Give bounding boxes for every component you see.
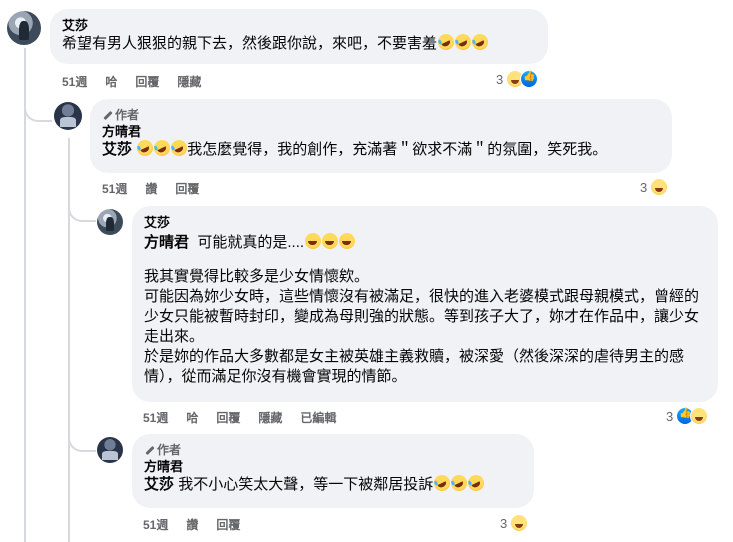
laugh-emoji-icon bbox=[322, 233, 339, 249]
haha-icon bbox=[690, 407, 709, 425]
like-button[interactable]: 讚 bbox=[145, 180, 157, 197]
reply-button[interactable]: 回覆 bbox=[216, 409, 240, 426]
reaction-summary[interactable]: 3 bbox=[500, 514, 529, 532]
reply-button[interactable]: 回覆 bbox=[216, 516, 240, 533]
mention-link[interactable]: 方晴君 bbox=[144, 234, 189, 251]
react-button[interactable]: 哈 bbox=[186, 409, 198, 426]
rofl-emoji-icon bbox=[431, 472, 453, 494]
author-badge: 作者 bbox=[144, 442, 522, 458]
comment-paragraph: 於是妳的作品大多數都是女主被英雄主義救贖，被深愛（然後深深的虐待男主的感情），從… bbox=[144, 348, 685, 385]
reaction-summary[interactable]: 3 bbox=[666, 407, 709, 425]
author-badge-label: 作者 bbox=[115, 108, 140, 122]
reaction-summary[interactable]: 3 bbox=[640, 178, 669, 196]
mention-link[interactable]: 艾莎 bbox=[144, 476, 174, 493]
author-badge: 作者 bbox=[102, 107, 660, 123]
comment-actions: 51週 哈 回覆 隱藏 bbox=[62, 73, 219, 90]
reaction-summary[interactable]: 3 bbox=[496, 70, 539, 88]
comment-text: 艾莎 我不小心笑太大聲，等一下被鄰居投訴 bbox=[144, 472, 522, 495]
comment-body: 我怎麼覺得，我的創作，充滿著＂欲求不滿＂的氛圍，笑死我。 bbox=[187, 141, 608, 158]
comment-bubble: 艾莎 方晴君 可能就真的是.... 我其實覺得比較多是少女情懷欸。 可能因為妳少… bbox=[132, 206, 718, 402]
laugh-emoji-icon bbox=[339, 233, 356, 249]
reply-button[interactable]: 回覆 bbox=[135, 73, 159, 90]
like-button[interactable]: 讚 bbox=[186, 516, 198, 533]
comment-actions: 51週 讚 回覆 bbox=[102, 180, 217, 197]
comment-bubble: 作者 方晴君 艾莎 我不小心笑太大聲，等一下被鄰居投訴 bbox=[132, 434, 534, 508]
comment-first-line: 可能就真的是.... bbox=[197, 234, 305, 251]
avatar[interactable] bbox=[97, 209, 123, 235]
timestamp-link[interactable]: 51週 bbox=[62, 73, 87, 90]
reaction-count: 3 bbox=[666, 408, 674, 424]
reaction-count: 3 bbox=[640, 179, 648, 195]
comment-paragraph: 我其實覺得比較多是少女情懷欸。 bbox=[144, 268, 370, 285]
author-badge-label: 作者 bbox=[157, 443, 182, 457]
rofl-emoji-icon bbox=[448, 472, 470, 494]
comment-bubble: 艾莎 希望有男人狠狠的親下去，然後跟你說，來吧，不要害羞 bbox=[50, 9, 548, 64]
edited-label: 已編輯 bbox=[300, 411, 337, 425]
pen-icon bbox=[102, 110, 112, 120]
timestamp-link[interactable]: 51週 bbox=[143, 516, 168, 533]
comment-author[interactable]: 艾莎 bbox=[62, 17, 536, 34]
thread-curve-2 bbox=[68, 198, 96, 222]
comment-body: 我不小心笑太大聲，等一下被鄰居投訴 bbox=[178, 476, 434, 493]
rofl-emoji-icon bbox=[435, 31, 457, 53]
timestamp-link[interactable]: 51週 bbox=[143, 409, 168, 426]
rofl-emoji-icon bbox=[151, 137, 173, 159]
thread-line-main bbox=[24, 48, 26, 542]
like-icon bbox=[520, 70, 539, 88]
comment-author[interactable]: 方晴君 bbox=[144, 458, 522, 475]
comment-actions: 51週 讚 回覆 bbox=[143, 516, 258, 533]
thread-curve-1 bbox=[24, 96, 52, 122]
haha-icon bbox=[650, 178, 669, 196]
reaction-count: 3 bbox=[496, 71, 504, 87]
rofl-emoji-icon bbox=[452, 31, 474, 53]
avatar[interactable] bbox=[54, 102, 82, 130]
reply-button[interactable]: 回覆 bbox=[175, 180, 199, 197]
thread-curve-3 bbox=[68, 428, 96, 452]
haha-icon bbox=[510, 514, 529, 532]
hide-button[interactable]: 隱藏 bbox=[258, 409, 282, 426]
avatar[interactable] bbox=[7, 11, 41, 45]
comment-actions: 51週 哈 回覆 隱藏 已編輯 bbox=[143, 409, 354, 426]
hide-button[interactable]: 隱藏 bbox=[177, 73, 201, 90]
comment-text: 希望有男人狠狠的親下去，然後跟你說，來吧，不要害羞 bbox=[62, 31, 536, 54]
comment-paragraph: 可能因為妳少女時，這些情懷沒有被滿足，很快的進入老婆模式跟母親模式，曾經的少女只… bbox=[144, 288, 700, 345]
laugh-emoji-icon bbox=[305, 233, 322, 249]
timestamp-link[interactable]: 51週 bbox=[102, 180, 127, 197]
comment-author[interactable]: 艾莎 bbox=[144, 214, 706, 231]
pen-icon bbox=[144, 445, 154, 455]
comment-body: 希望有男人狠狠的親下去，然後跟你說，來吧，不要害羞 bbox=[62, 35, 438, 52]
comment-text: 艾莎 我怎麼覺得，我的創作，充滿著＂欲求不滿＂的氛圍，笑死我。 bbox=[102, 137, 660, 160]
rofl-emoji-icon bbox=[469, 31, 491, 53]
comment-author[interactable]: 方晴君 bbox=[102, 123, 660, 140]
rofl-emoji-icon bbox=[465, 472, 487, 494]
react-button[interactable]: 哈 bbox=[105, 73, 117, 90]
rofl-emoji-icon bbox=[134, 137, 156, 159]
comment-bubble: 作者 方晴君 艾莎 我怎麼覺得，我的創作，充滿著＂欲求不滿＂的氛圍，笑死我。 bbox=[90, 99, 672, 173]
comment-text: 方晴君 可能就真的是.... 我其實覺得比較多是少女情懷欸。 可能因為妳少女時，… bbox=[144, 233, 706, 387]
avatar[interactable] bbox=[97, 437, 123, 463]
mention-link[interactable]: 艾莎 bbox=[102, 141, 132, 158]
reaction-count: 3 bbox=[500, 515, 508, 531]
